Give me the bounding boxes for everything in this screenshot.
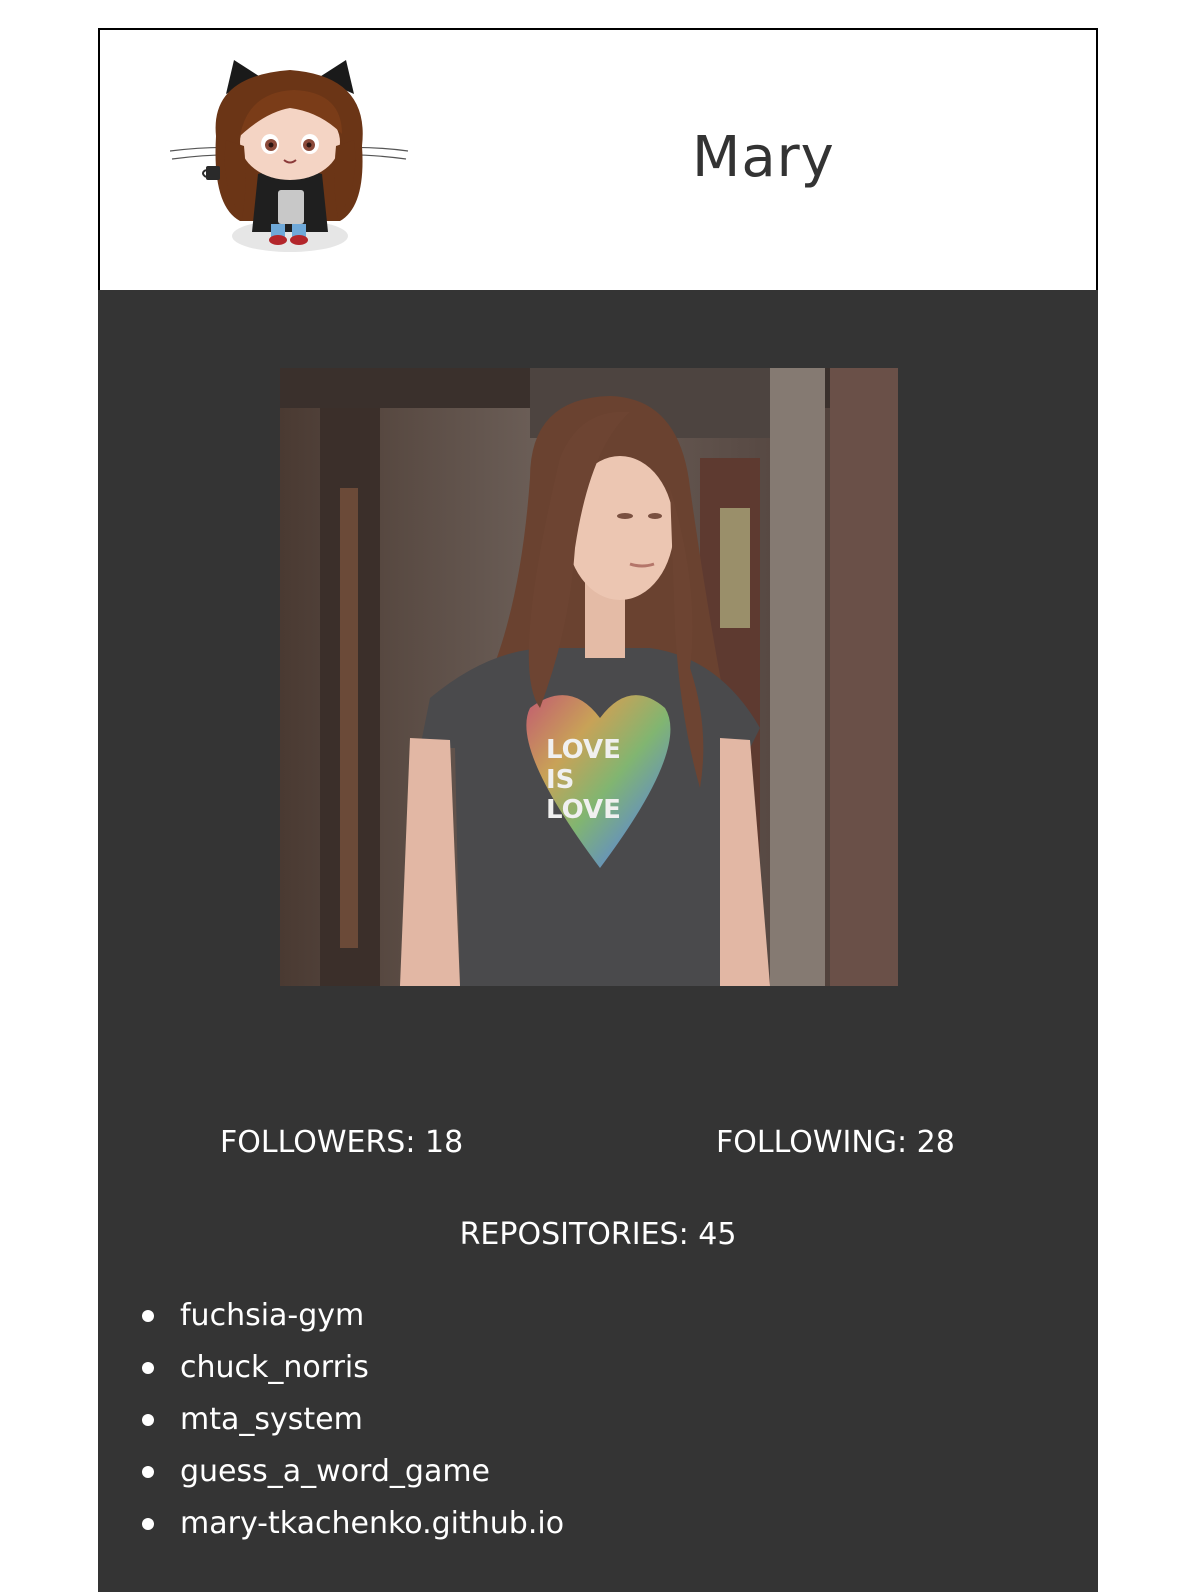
repository-list: fuchsia-gym chuck_norris mta_system gues… xyxy=(140,1290,564,1550)
profile-photo: LOVE IS LOVE xyxy=(280,368,898,986)
octocat-logo xyxy=(169,56,410,262)
repositories-count: REPOSITORIES: 45 xyxy=(459,1217,737,1252)
shirt-text-line-2: IS xyxy=(546,765,574,795)
repository-name: fuchsia-gym xyxy=(180,1298,365,1333)
bullet-icon xyxy=(142,1466,154,1478)
shirt-text-line-1: LOVE xyxy=(546,735,621,765)
repository-item: fuchsia-gym xyxy=(140,1290,564,1342)
followers-count: FOLLOWERS: 18 xyxy=(220,1125,464,1160)
shirt-text-line-3: LOVE xyxy=(546,795,621,825)
bullet-icon xyxy=(142,1310,154,1322)
repository-item: mta_system xyxy=(140,1394,564,1446)
repository-item: guess_a_word_game xyxy=(140,1446,564,1498)
repository-name: mta_system xyxy=(180,1402,363,1437)
repository-name: guess_a_word_game xyxy=(180,1454,491,1489)
repository-item: mary-tkachenko.github.io xyxy=(140,1498,564,1550)
following-count: FOLLOWING: 28 xyxy=(716,1125,955,1160)
bullet-icon xyxy=(142,1414,154,1426)
profile-name: Mary xyxy=(692,125,835,190)
profile-card: Mary LOVE IS LOVE FOLLOWERS: 18 FOLLOWIN… xyxy=(98,28,1098,1592)
profile-details: LOVE IS LOVE FOLLOWERS: 18 FOLLOWING: 28… xyxy=(98,290,1098,1592)
repository-name: chuck_norris xyxy=(180,1350,369,1385)
bullet-icon xyxy=(142,1518,154,1530)
profile-header: Mary xyxy=(98,28,1098,290)
repository-item: chuck_norris xyxy=(140,1342,564,1394)
repository-name: mary-tkachenko.github.io xyxy=(180,1506,565,1541)
bullet-icon xyxy=(142,1362,154,1374)
